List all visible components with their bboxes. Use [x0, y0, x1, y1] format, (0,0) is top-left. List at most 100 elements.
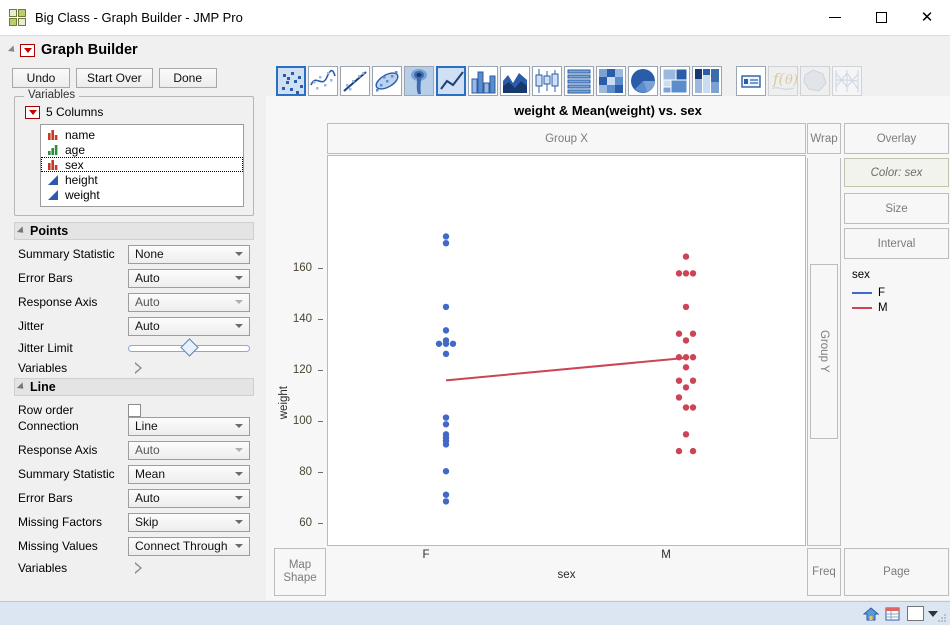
box-plot-tool[interactable] — [532, 66, 562, 96]
data-point[interactable] — [689, 354, 697, 361]
line-of-fit-tool[interactable] — [340, 66, 370, 96]
minimize-button[interactable] — [812, 0, 858, 36]
column-item-name[interactable]: name — [41, 127, 243, 142]
line-error-bars[interactable]: Auto — [128, 488, 250, 508]
expand-triangle-icon[interactable] — [135, 562, 143, 574]
treemap-tool[interactable] — [660, 66, 690, 96]
data-point[interactable] — [435, 340, 443, 347]
data-point[interactable] — [682, 384, 690, 391]
line-missing-factors[interactable]: Skip — [128, 512, 250, 532]
dropzone-size[interactable]: Size — [844, 193, 949, 224]
dropzone-color[interactable]: Color: sex — [844, 158, 949, 187]
dropzone-freq[interactable]: Freq — [807, 548, 841, 596]
data-point[interactable] — [442, 340, 450, 347]
slider-thumb[interactable] — [180, 338, 199, 357]
data-point[interactable] — [675, 270, 683, 277]
mean-line[interactable] — [445, 356, 687, 382]
data-point[interactable] — [682, 404, 690, 411]
ellipse-tool[interactable] — [372, 66, 402, 96]
red-triangle-menu-icon[interactable] — [20, 43, 35, 57]
columns-header[interactable]: 5 Columns — [25, 105, 103, 119]
data-point[interactable] — [682, 253, 690, 260]
points-jitter-limit[interactable] — [128, 338, 250, 357]
column-item-height[interactable]: height — [41, 172, 243, 187]
legend-item-m[interactable]: M — [852, 300, 888, 315]
line-response-axis[interactable]: Auto — [128, 440, 250, 460]
data-point[interactable] — [442, 327, 450, 334]
data-table-icon[interactable] — [885, 606, 901, 622]
column-item-weight[interactable]: weight — [41, 187, 243, 202]
data-point[interactable] — [442, 414, 450, 421]
points-summary-statistic[interactable]: None — [128, 244, 250, 264]
column-list[interactable]: name age sex height weight — [40, 124, 244, 207]
resize-grip-icon[interactable] — [936, 611, 948, 623]
caption-box-tool[interactable] — [736, 66, 766, 96]
line-summary-statistic[interactable]: Mean — [128, 464, 250, 484]
data-point[interactable] — [449, 340, 457, 347]
parallel-plot-tool[interactable] — [832, 66, 862, 96]
line-tool[interactable] — [436, 66, 466, 96]
formula-tool[interactable]: f( θ) — [768, 66, 798, 96]
dropzone-overlay[interactable]: Overlay — [844, 123, 949, 154]
dropzone-wrap[interactable]: Wrap — [807, 123, 841, 154]
bar-tool[interactable] — [468, 66, 498, 96]
disclosure-triangle-icon[interactable] — [7, 45, 18, 55]
data-point[interactable] — [675, 377, 683, 384]
data-point[interactable] — [689, 270, 697, 277]
data-point[interactable] — [442, 498, 450, 505]
data-point[interactable] — [682, 337, 690, 344]
data-point[interactable] — [442, 441, 450, 448]
area-tool[interactable] — [500, 66, 530, 96]
data-point[interactable] — [675, 394, 683, 401]
start-over-button[interactable]: Start Over — [76, 68, 153, 88]
data-point[interactable] — [682, 270, 690, 277]
data-point[interactable] — [689, 377, 697, 384]
close-button[interactable]: ✕ — [904, 0, 950, 36]
mosaic-tool[interactable] — [692, 66, 722, 96]
data-point[interactable] — [442, 233, 450, 240]
data-point[interactable] — [442, 303, 450, 311]
data-point[interactable] — [689, 330, 697, 337]
points-error-bars[interactable]: Auto — [128, 268, 250, 288]
points-section-header[interactable]: Points — [14, 222, 254, 240]
home-icon[interactable] — [862, 606, 880, 622]
dropzone-group-y[interactable]: Group Y — [810, 264, 838, 439]
data-point[interactable] — [442, 468, 450, 475]
expand-triangle-icon[interactable] — [135, 362, 143, 374]
histogram-tool[interactable] — [564, 66, 594, 96]
data-point[interactable] — [682, 303, 690, 311]
line-connection[interactable]: Line — [128, 416, 250, 436]
dropzone-map-shape[interactable]: Map Shape — [274, 548, 326, 596]
heatmap-tool[interactable] — [596, 66, 626, 96]
points-jitter[interactable]: Auto — [128, 316, 250, 336]
data-point[interactable] — [442, 350, 450, 358]
plot-area[interactable] — [327, 155, 806, 546]
data-point[interactable] — [689, 447, 697, 455]
data-point[interactable] — [675, 447, 683, 455]
smoother-tool[interactable] — [308, 66, 338, 96]
undo-button[interactable]: Undo — [12, 68, 70, 88]
done-button[interactable]: Done — [158, 68, 217, 88]
points-response-axis[interactable]: Auto — [128, 292, 250, 312]
column-item-sex[interactable]: sex — [41, 157, 243, 172]
column-item-age[interactable]: age — [41, 142, 243, 157]
data-point[interactable] — [442, 421, 450, 428]
pie-tool[interactable] — [628, 66, 658, 96]
data-point[interactable] — [682, 431, 690, 438]
white-color-swatch[interactable] — [907, 606, 924, 621]
data-point[interactable] — [682, 364, 690, 371]
legend-item-f[interactable]: F — [852, 285, 888, 300]
dropzone-page[interactable]: Page — [844, 548, 949, 596]
columns-menu-icon[interactable] — [25, 105, 40, 119]
maximize-button[interactable] — [858, 0, 904, 36]
data-point[interactable] — [689, 404, 697, 411]
line-missing-values[interactable]: Connect Through — [128, 536, 250, 556]
line-section-header[interactable]: Line — [14, 378, 254, 396]
map-shapes-tool[interactable] — [800, 66, 830, 96]
data-point[interactable] — [442, 239, 450, 247]
dropzone-interval[interactable]: Interval — [844, 228, 949, 259]
dropzone-group-x[interactable]: Group X — [327, 123, 806, 154]
points-tool[interactable] — [276, 66, 306, 96]
data-point[interactable] — [675, 330, 683, 337]
data-point[interactable] — [442, 491, 450, 498]
